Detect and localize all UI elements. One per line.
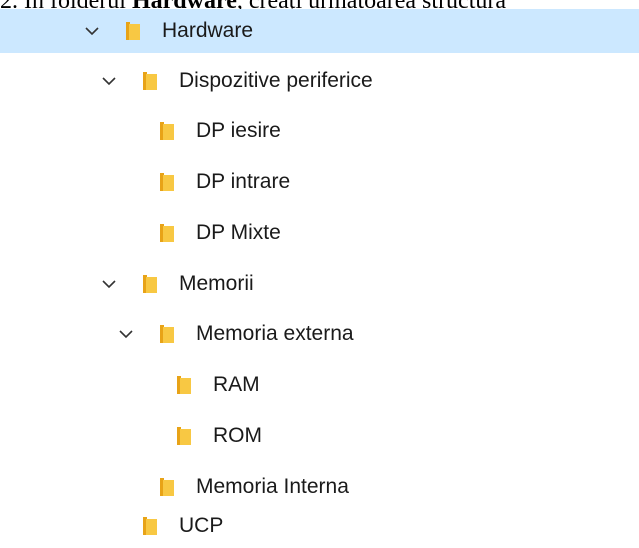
chevron-down-icon[interactable] [118,326,134,342]
tree-item-memoria-externa[interactable]: Memoria externa [0,312,639,356]
tree-item-label: Memoria Interna [196,475,349,498]
chevron-down-icon[interactable] [84,23,100,39]
folder-icon [177,376,191,394]
folder-icon [160,478,174,496]
tree-item-memoria-interna[interactable]: Memoria Interna [0,465,639,509]
tree-item-label: Memorii [179,272,254,295]
folder-icon [143,517,157,535]
chevron-down-icon[interactable] [101,73,117,89]
tree-item-label: UCP [179,514,224,537]
tree-item-memorii[interactable]: Memorii [0,262,639,306]
tree-item-label: ROM [213,424,262,447]
tree-item-label: Memoria externa [196,322,354,345]
folder-icon [177,427,191,445]
folder-icon [160,122,174,140]
folder-icon [143,275,157,293]
tree-item-label: RAM [213,373,260,396]
folder-icon [126,22,140,40]
tree-item-dp-mixte[interactable]: DP Mixte [0,211,639,255]
tree-item-label: Dispozitive periferice [179,69,373,92]
tree-item-dp-intrare[interactable]: DP intrare [0,160,639,204]
tree-item-ram[interactable]: RAM [0,363,639,407]
folder-icon [160,325,174,343]
folder-tree: Hardware Dispozitive periferice DP iesir… [0,0,639,548]
tree-item-label: DP intrare [196,170,291,193]
tree-item-label: DP iesire [196,119,281,142]
tree-item-dispozitive-periferice[interactable]: Dispozitive periferice [0,59,639,103]
folder-icon [160,224,174,242]
tree-item-hardware[interactable]: Hardware [0,9,639,53]
folder-icon [143,72,157,90]
chevron-down-icon[interactable] [101,276,117,292]
tree-item-rom[interactable]: ROM [0,414,639,458]
tree-item-label: Hardware [162,19,254,42]
folder-icon [160,173,174,191]
tree-item-dp-iesire[interactable]: DP iesire [0,109,639,153]
tree-item-ucp[interactable]: UCP [0,504,639,548]
tree-item-label: DP Mixte [196,221,281,244]
